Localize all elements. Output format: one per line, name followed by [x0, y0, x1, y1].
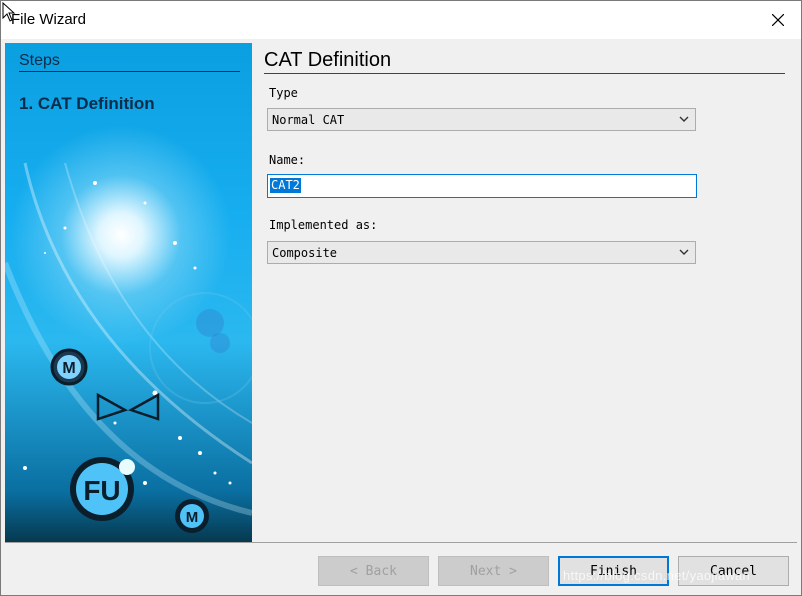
back-button[interactable]: < Back — [318, 556, 429, 586]
implemented-as-select-value: Composite — [272, 246, 338, 260]
name-input-value: CAT2 — [270, 178, 301, 193]
implemented-as-label: Implemented as: — [269, 218, 378, 232]
file-wizard-window: File Wizard M FU M Steps 1. CAT Definiti… — [0, 0, 802, 596]
close-icon — [772, 14, 784, 26]
cancel-button[interactable]: Cancel — [678, 556, 789, 586]
next-button[interactable]: Next > — [438, 556, 549, 586]
type-select[interactable]: Normal CAT — [267, 108, 696, 131]
page-title: CAT Definition — [264, 49, 785, 74]
chevron-down-icon — [679, 116, 689, 122]
close-button[interactable] — [755, 1, 801, 39]
window-title: File Wizard — [11, 11, 87, 28]
steps-panel: M FU M Steps 1. CAT Definition — [5, 43, 252, 542]
title-bar[interactable]: File Wizard — [1, 1, 801, 39]
decorative-artwork: M FU M — [5, 162, 252, 533]
motor-badge-label-2: M — [186, 509, 199, 526]
name-input[interactable]: CAT2 — [267, 174, 697, 198]
footer-divider — [5, 542, 797, 543]
steps-heading: Steps — [19, 52, 240, 72]
fu-badge-label: FU — [83, 475, 120, 506]
type-label: Type — [269, 86, 298, 100]
implemented-as-select[interactable]: Composite — [267, 241, 696, 264]
motor-badge-label: M — [62, 360, 75, 377]
name-label: Name: — [269, 153, 306, 167]
chevron-down-icon — [679, 249, 689, 255]
step-item-cat-definition: 1. CAT Definition — [19, 94, 155, 113]
type-select-value: Normal CAT — [272, 113, 345, 127]
mouse-cursor-icon — [2, 2, 16, 22]
finish-button[interactable]: Finish — [558, 556, 669, 586]
